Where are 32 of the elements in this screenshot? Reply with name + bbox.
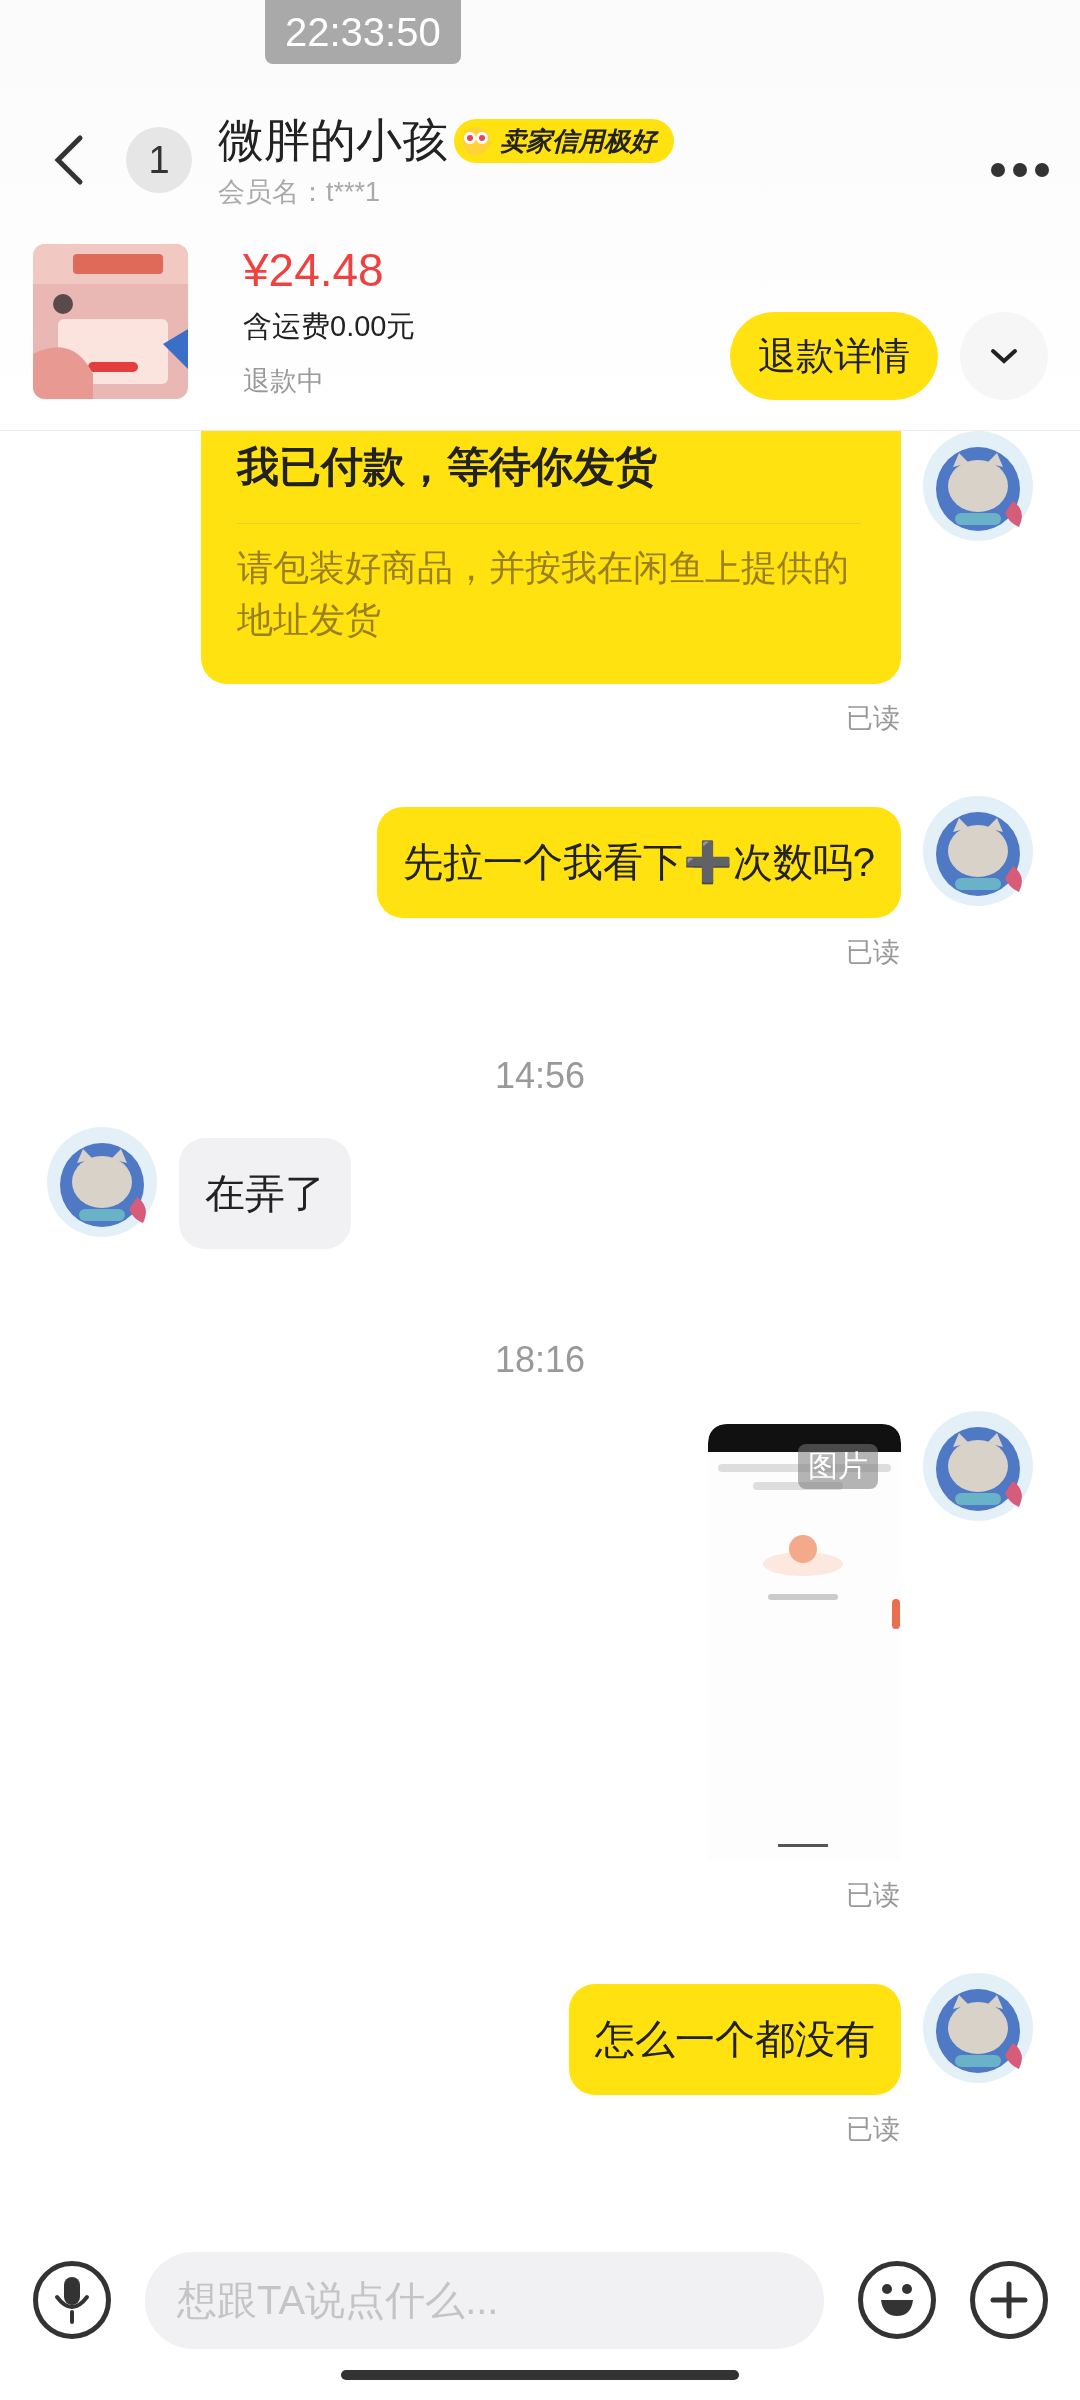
card-title: 我已付款，等待你发货 [237,431,861,524]
refund-details-button[interactable]: 退款详情 [730,312,938,400]
plus-icon [989,2280,1029,2320]
avatar[interactable] [923,1411,1033,1522]
image-label: 图片 [798,1444,878,1490]
microphone-icon [52,2275,92,2325]
member-name: 会员名：t***1 [218,176,382,209]
shipping-fee: 含运费0.00元 [243,309,417,344]
unread-badge: 1 [126,127,192,193]
voice-button[interactable] [33,2261,111,2339]
timestamp: 14:56 [494,1055,586,1098]
read-receipt: 已读 [846,2113,900,2147]
read-receipt: 已读 [846,936,900,970]
avatar[interactable] [923,796,1033,907]
add-button[interactable] [970,2261,1048,2339]
card-text: 请包装好商品，并按我在闲鱼上提供的地址发货 [237,546,850,643]
time-overlay: 22:33:50 [265,0,461,64]
avatar[interactable] [923,431,1033,541]
read-receipt: 已读 [846,702,900,736]
avatar[interactable] [923,1973,1033,2084]
emoji-button[interactable] [858,2261,936,2339]
message-bubble: 先拉一个我看下➕次数吗? [376,807,901,919]
price: ¥24.48 [243,243,385,297]
message-bubble: 在弄了 [179,1138,351,1250]
timestamp: 18:16 [494,1339,586,1382]
contact-name: 微胖的小孩 [218,113,448,168]
read-receipt: 已读 [846,1879,900,1913]
order-status: 退款中 [243,365,325,398]
message-bubble: 怎么一个都没有 [569,1984,901,2096]
chevron-icon [989,346,1019,366]
avatar[interactable] [47,1127,157,1238]
more-icon[interactable] [990,162,1050,178]
